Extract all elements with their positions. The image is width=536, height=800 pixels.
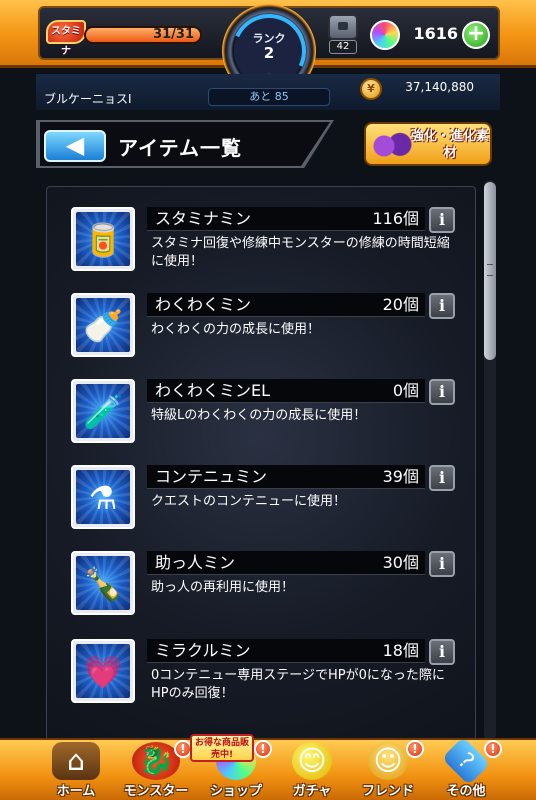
- helper-bottle-icon: 🍾: [83, 565, 123, 603]
- item-count: 18個: [382, 641, 419, 660]
- item-thumbnail[interactable]: 🍼: [71, 293, 135, 357]
- item-thumbnail[interactable]: 🥫: [71, 207, 135, 271]
- back-button[interactable]: ◀: [44, 130, 106, 162]
- item-name: コンテニュミン: [155, 467, 268, 486]
- item-row[interactable]: ⚗ コンテニュミン 39個 i クエストのコンテニューに使用！: [71, 465, 463, 537]
- orb-icon: [370, 20, 400, 50]
- stamina-value: 31/31: [153, 27, 194, 42]
- item-info-button[interactable]: i: [429, 639, 455, 665]
- item-count: 20個: [382, 295, 419, 314]
- other-icon: ?: [441, 736, 491, 786]
- nav-label: フレンド: [361, 784, 414, 799]
- item-row[interactable]: 🧪 わくわくミンEL 0個 i 特級Lのわくわくの力の成長に使用！: [71, 379, 463, 451]
- nav-label: その他: [446, 784, 486, 799]
- item-description: クエストのコンテニューに使用！: [151, 494, 347, 509]
- nav-home[interactable]: ⌂ ホーム: [36, 740, 116, 800]
- item-description: 0コンテニュー専用ステージでHPが0になった際にHPのみ回復！: [151, 668, 445, 701]
- alert-badge-icon: !: [484, 740, 502, 758]
- nav-label: ショップ: [209, 784, 262, 799]
- item-thumbnail[interactable]: 🧪: [71, 379, 135, 443]
- nav-label: モンスター: [123, 784, 189, 799]
- item-row[interactable]: 🍼 わくわくミン 20個 i わくわくの力の成長に使用！: [71, 293, 463, 365]
- item-info-button[interactable]: i: [429, 207, 455, 233]
- item-thumbnail-bg: ⚗: [76, 470, 130, 524]
- gacha-icon: 😊: [292, 742, 332, 780]
- scrollbar-grip-icon: [487, 264, 493, 276]
- item-count: 39個: [382, 467, 419, 486]
- nav-label: ホーム: [56, 784, 96, 799]
- item-row[interactable]: 🥫 スタミナミン 116個 i スタミナ回復や修練中モンスターの修練の時間短縮に…: [71, 207, 463, 279]
- item-name: 助っ人ミン: [155, 553, 236, 572]
- item-count: 0個: [392, 381, 419, 400]
- home-icon: ⌂: [52, 742, 100, 780]
- coin-icon: ¥: [360, 78, 382, 100]
- miracle-heart-icon: 💗: [83, 653, 123, 691]
- item-name: スタミナミン: [155, 209, 252, 228]
- nav-gacha[interactable]: 😊 ガチャ: [272, 740, 352, 800]
- nav-label: ガチャ: [292, 784, 332, 799]
- item-description: 特級Lのわくわくの力の成長に使用！: [151, 408, 367, 423]
- evolve-materials-button[interactable]: 強化・進化素材: [364, 122, 492, 166]
- stamina-can-icon: 🥫: [83, 221, 123, 259]
- monster-box-icon[interactable]: [328, 14, 358, 40]
- alert-badge-icon: !: [254, 740, 272, 758]
- item-list-panel[interactable]: 🥫 スタミナミン 116個 i スタミナ回復や修練中モンスターの修練の時間短縮に…: [46, 186, 476, 740]
- item-thumbnail[interactable]: 🍾: [71, 551, 135, 615]
- rank-value: 2: [263, 44, 275, 62]
- item-thumbnail-bg: 🧪: [76, 384, 130, 438]
- item-description: 助っ人の再利用に使用！: [151, 580, 295, 595]
- evolve-materials-label: 強化・進化素材: [410, 129, 489, 161]
- item-thumbnail-bg: 🥫: [76, 212, 130, 266]
- item-info-button[interactable]: i: [429, 379, 455, 405]
- coin-count: 37,140,880: [405, 80, 474, 94]
- buy-orb-button[interactable]: +: [462, 21, 490, 49]
- box-count: 42: [329, 40, 357, 54]
- monster-icon: 🐉: [132, 742, 180, 780]
- item-thumbnail-bg: 💗: [76, 644, 130, 698]
- alert-badge-icon: !: [406, 740, 424, 758]
- item-row[interactable]: 🍾 助っ人ミン 30個 i 助っ人の再利用に使用！: [71, 551, 463, 623]
- item-name: わくわくミンEL: [155, 381, 271, 400]
- evolve-materials-icon: [372, 130, 412, 162]
- item-thumbnail-bg: 🍼: [76, 298, 130, 352]
- item-info-button[interactable]: i: [429, 293, 455, 319]
- sale-tag[interactable]: お得な商品販売中!: [190, 734, 254, 762]
- friend-icon: ☺: [368, 742, 408, 780]
- item-info-button[interactable]: i: [429, 465, 455, 491]
- continue-flask-icon: ⚗: [88, 479, 118, 517]
- nav-monster[interactable]: 🐉 モンスター !: [116, 740, 196, 800]
- nav-other[interactable]: ? その他 !: [426, 736, 506, 800]
- sprout-bottle-el-icon: 🧪: [83, 393, 123, 431]
- stamina-badge: スタミナ: [46, 20, 86, 57]
- item-count: 116個: [372, 209, 419, 228]
- page-title: アイテム一覧: [118, 136, 242, 160]
- item-thumbnail[interactable]: 💗: [71, 639, 135, 703]
- item-info-button[interactable]: i: [429, 551, 455, 577]
- item-row[interactable]: 💗 ミラクルミン 18個 i 0コンテニュー専用ステージでHPが0になった際にH…: [71, 639, 463, 711]
- item-thumbnail-bg: 🍾: [76, 556, 130, 610]
- item-count: 30個: [382, 553, 419, 572]
- item-name: ミラクルミン: [155, 641, 251, 660]
- item-description: スタミナ回復や修練中モンスターの修練の時間短縮に使用！: [151, 236, 450, 269]
- nav-friend[interactable]: ☺ フレンド !: [348, 740, 428, 800]
- item-thumbnail[interactable]: ⚗: [71, 465, 135, 529]
- orb-count: 1616: [413, 24, 458, 43]
- item-description: わくわくの力の成長に使用！: [151, 322, 321, 337]
- sprout-bottle-icon: 🍼: [83, 307, 123, 345]
- exp-remaining: あと 85: [208, 88, 330, 106]
- item-name: わくわくミン: [155, 295, 252, 314]
- player-name: ブルケーニョスI: [44, 92, 132, 106]
